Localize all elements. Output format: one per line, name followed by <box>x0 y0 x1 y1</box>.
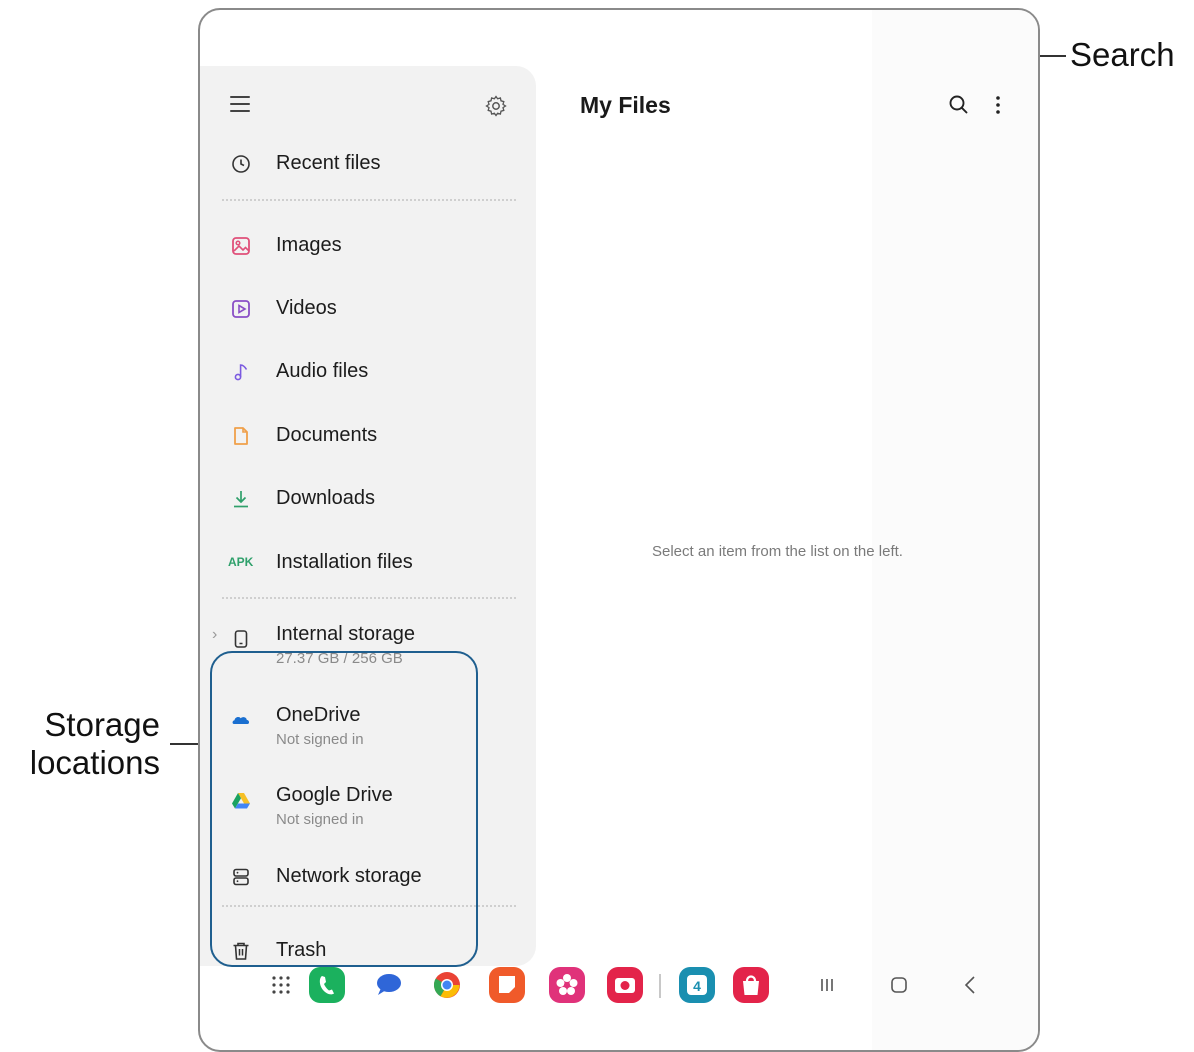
image-icon <box>232 237 250 255</box>
hamburger-menu-icon[interactable] <box>230 96 250 114</box>
more-options-icon[interactable] <box>990 92 1006 118</box>
notes-app-icon[interactable] <box>488 966 526 1004</box>
gear-icon[interactable] <box>484 94 508 118</box>
storage-callout-line1: Storage <box>44 706 160 743</box>
tablet-frame: Recent files Images Videos Audio files D… <box>198 8 1040 1052</box>
home-icon[interactable] <box>880 966 918 1004</box>
storage-locations-highlight <box>210 651 478 967</box>
flower-app-icon[interactable] <box>548 966 586 1004</box>
sidebar-item-audio-files[interactable]: Audio files <box>200 347 536 397</box>
search-callout-label: Search <box>1070 36 1175 73</box>
sidebar-item-images[interactable]: Images <box>200 221 536 271</box>
calendar-day-number: 4 <box>693 978 701 994</box>
sidebar-item-label: Videos <box>276 297 337 319</box>
sidebar-item-recent-files[interactable]: Recent files <box>200 139 536 189</box>
sidebar-item-label: Recent files <box>276 152 381 174</box>
video-icon <box>232 300 250 318</box>
sidebar-item-documents[interactable]: Documents <box>200 411 536 461</box>
document-icon <box>234 427 248 445</box>
sidebar-item-label: Documents <box>276 424 378 446</box>
storage-callout-label: Storage locations <box>8 706 160 782</box>
divider <box>222 199 516 201</box>
back-icon[interactable] <box>952 966 990 1004</box>
sidebar-item-label: Downloads <box>276 487 375 509</box>
sidebar-item-label: Audio files <box>276 360 369 382</box>
store-app-icon[interactable] <box>732 966 770 1004</box>
sidebar-item-label: Internal storage <box>276 623 415 645</box>
download-icon <box>234 491 248 508</box>
search-icon[interactable] <box>946 92 972 118</box>
page-title: My Files <box>580 92 671 118</box>
camera-app-icon[interactable] <box>606 966 644 1004</box>
empty-state-message: Select an item from the list on the left… <box>652 543 903 560</box>
sidebar-item-videos[interactable]: Videos <box>200 284 536 334</box>
taskbar: 4 <box>200 962 1038 1022</box>
music-note-icon <box>234 364 248 381</box>
sidebar-item-label: Installation files <box>276 551 413 573</box>
calendar-app-icon[interactable]: 4 <box>678 966 716 1004</box>
recents-icon[interactable] <box>808 966 846 1004</box>
screen-edge-area <box>872 10 1038 1050</box>
phone-icon <box>234 630 248 648</box>
messages-app-icon[interactable] <box>370 966 408 1004</box>
sidebar-item-installation-files[interactable]: APK Installation files <box>200 538 536 588</box>
chevron-right-icon[interactable]: › <box>212 626 217 644</box>
chrome-app-icon[interactable] <box>428 966 466 1004</box>
apps-grid-icon[interactable] <box>262 966 300 1004</box>
sidebar-item-downloads[interactable]: Downloads <box>200 474 536 524</box>
storage-callout-line2: locations <box>29 744 160 781</box>
sidebar: Recent files Images Videos Audio files D… <box>200 66 536 967</box>
clock-icon <box>232 155 250 173</box>
dock-divider <box>659 974 661 998</box>
sidebar-item-label: Images <box>276 234 342 256</box>
apk-icon: APK <box>228 555 254 569</box>
phone-app-icon[interactable] <box>308 966 346 1004</box>
divider <box>222 597 516 599</box>
